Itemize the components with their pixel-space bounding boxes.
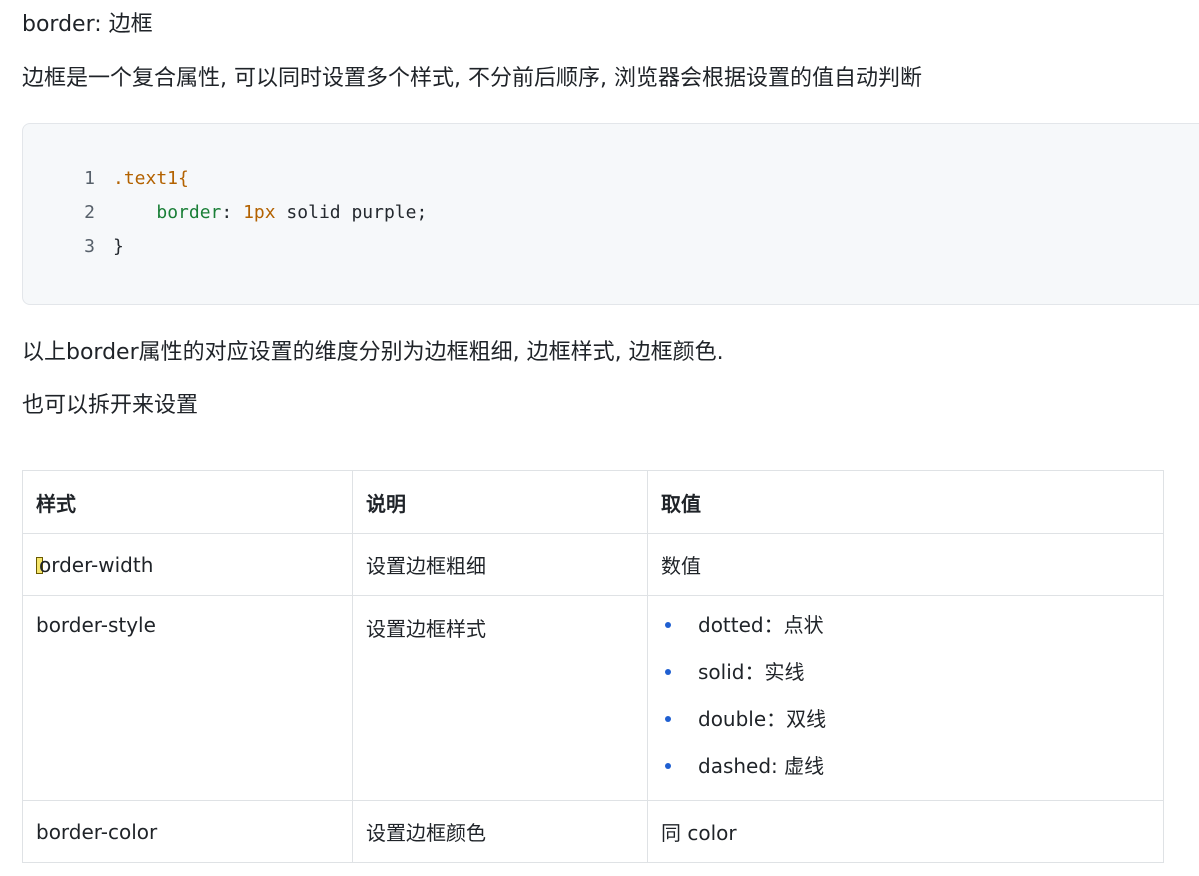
cell-description: 设置边框粗细 [352,533,648,596]
cell-value: 同 color [647,800,1164,863]
list-item: dashed: 虚线 [661,749,1150,796]
list-item: solid：实线 [661,655,1150,702]
cell-style: border-color [22,800,353,863]
intro-paragraph: 边框是一个复合属性, 可以同时设置多个样式, 不分前后顺序, 浏览器会根据设置的… [22,66,922,91]
code-line-3: 3} [23,232,124,262]
header-value: 取值 [647,470,1164,534]
list-item: double：双线 [661,702,1150,749]
section-title: border: 边框 [22,12,153,37]
line-number: 2 [84,202,95,223]
code-line-2: 2 border: 1px solid purple; [23,198,427,228]
table-header-row: 样式 说明 取值 [22,470,1164,534]
code-property: border [156,202,222,223]
line-number: 3 [84,236,95,257]
cell-description: 设置边框颜色 [352,800,648,863]
code-block[interactable]: 1 .text1{ 2 border: 1px solid purple; 3} [22,123,1199,305]
code-brace: } [113,236,124,257]
table-row: border-style 设置边框样式 dotted：点状 solid：实线 d… [22,595,1164,801]
code-value: solid purple; [275,202,428,223]
style-text: order-width [39,552,154,577]
value-list: dotted：点状 solid：实线 double：双线 dashed: 虚线 [661,596,1150,800]
code-colon: : [221,202,244,223]
code-selector: .text1{ [113,168,189,189]
code-line-1: 1 .text1{ [23,164,189,194]
border-properties-table: 样式 说明 取值 order-width 设置边框粗细 数值 border-st… [22,470,1164,863]
cell-style: order-width [22,533,353,596]
note-paragraph: 也可以拆开来设置 [22,393,199,418]
cell-value: dotted：点状 solid：实线 double：双线 dashed: 虚线 [647,595,1164,801]
table-row: border-color 设置边框颜色 同 color [22,800,1164,863]
header-description: 说明 [352,470,648,534]
cell-style: border-style [22,595,353,801]
cell-description: 设置边框样式 [352,595,648,801]
code-number: 1px [243,202,276,223]
line-number: 1 [84,168,95,189]
table-row: order-width 设置边框粗细 数值 [22,533,1164,596]
description-paragraph: 以上border属性的对应设置的维度分别为边框粗细, 边框样式, 边框颜色. [22,340,724,365]
cell-value: 数值 [647,533,1164,596]
header-style: 样式 [22,470,353,534]
list-item: dotted：点状 [661,608,1150,655]
